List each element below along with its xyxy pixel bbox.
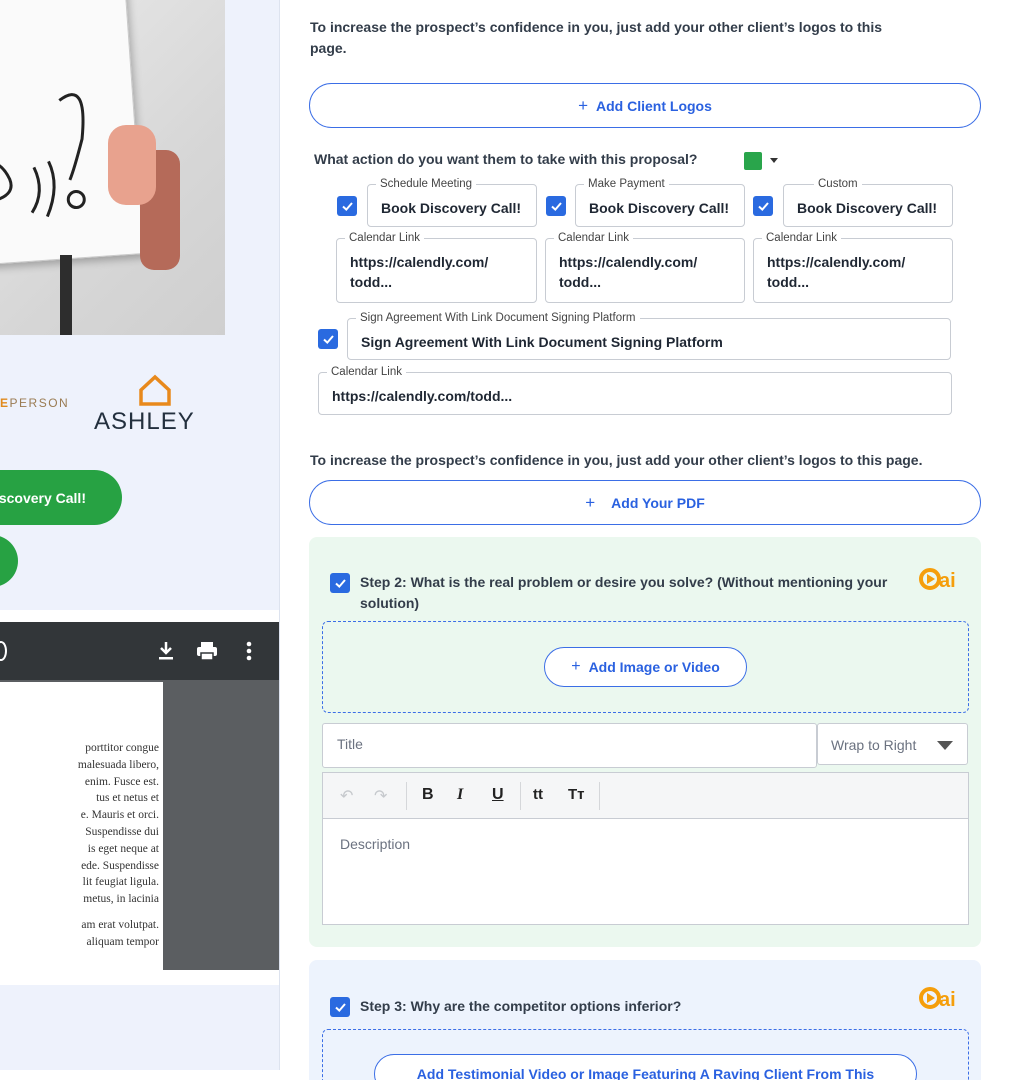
proposal-editor: To increase the prospect’s confidence in…: [300, 0, 1020, 1080]
pdf-text-line: lit feugiat ligula.: [82, 876, 159, 889]
preview-cta-button[interactable]: scovery Call!: [0, 470, 122, 525]
add-testimonial-button[interactable]: Add Testimonial Video or Image Featuring…: [374, 1054, 917, 1080]
client-logos-instruction: To increase the prospect’s confidence in…: [310, 19, 883, 56]
add-image-or-video-button[interactable]: + Add Image or Video: [544, 647, 747, 687]
text-size-icon[interactable]: Tт: [568, 786, 585, 803]
pdf-text-line: malesuada libero,: [77, 758, 159, 771]
more-options-icon[interactable]: [236, 638, 262, 664]
pdf-viewer: porttitor congue malesuada libero, enim. F…: [0, 610, 279, 985]
client-logos-strip: EPERSON ASHLEY: [0, 370, 279, 440]
plus-icon: +: [578, 95, 589, 115]
partner-logo: EPERSON: [0, 396, 70, 410]
svg-text:ai: ai: [939, 570, 956, 592]
description-placeholder: Description: [340, 836, 411, 852]
lowercase-icon[interactable]: tt: [533, 786, 543, 803]
pdf-text-line: e. Mauris et orci.: [80, 809, 159, 822]
custom-action-checkbox[interactable]: [753, 196, 773, 216]
preview-secondary-button[interactable]: [0, 535, 18, 587]
action-question-label: What action do you want them to take wit…: [314, 151, 698, 167]
download-icon[interactable]: [153, 638, 179, 664]
undo-icon[interactable]: ↶: [340, 786, 353, 806]
pdf-text-line: am erat volutpat.: [81, 918, 159, 931]
schedule-meeting-field[interactable]: Schedule Meeting Book Discovery Call!: [367, 177, 537, 227]
hero-photo: [0, 0, 225, 335]
dropdown-arrow-icon: [937, 741, 953, 750]
image-wrap-select[interactable]: Wrap to Right: [817, 723, 968, 765]
bold-icon[interactable]: B: [422, 786, 434, 804]
make-payment-checkbox[interactable]: [546, 196, 566, 216]
color-dropdown-caret-icon[interactable]: [770, 158, 778, 163]
rich-text-toolbar: ↶ ↷ B I U tt Tт: [323, 773, 968, 819]
custom-action-field[interactable]: Custom Book Discovery Call!: [783, 177, 953, 227]
pdf-toolbar: [0, 622, 279, 680]
schedule-meeting-calendar-link[interactable]: Calendar Link https://calendly.com/todd.…: [336, 231, 537, 303]
pdf-instruction: To increase the prospect’s confidence in…: [310, 452, 923, 468]
pdf-text-line: is eget neque at: [87, 842, 159, 855]
italic-icon[interactable]: I: [457, 786, 463, 804]
schedule-meeting-checkbox[interactable]: [337, 196, 357, 216]
pdf-text-line: ede. Suspendisse: [81, 859, 159, 872]
make-payment-field[interactable]: Make Payment Book Discovery Call!: [575, 177, 745, 227]
step-2-description-editor[interactable]: ↶ ↷ B I U tt Tт Description: [322, 772, 969, 925]
step-2-title-input[interactable]: Title: [322, 723, 817, 768]
make-payment-calendar-link[interactable]: Calendar Link https://calendly.com/todd.…: [545, 231, 745, 303]
custom-action-calendar-link[interactable]: Calendar Link https://calendly.com/todd.…: [753, 231, 953, 303]
accent-color-swatch[interactable]: [744, 152, 762, 170]
add-pdf-button[interactable]: + Add Your PDF: [309, 480, 981, 525]
sign-agreement-checkbox[interactable]: [318, 329, 338, 349]
pdf-text-line: tus et netus et: [96, 792, 159, 805]
sign-agreement-calendar-link[interactable]: Calendar Link https://calendly.com/todd.…: [318, 365, 952, 415]
sign-agreement-field[interactable]: Sign Agreement With Link Document Signin…: [347, 311, 951, 360]
proposal-preview-panel: EPERSON ASHLEY scovery Call! porttitor c…: [0, 0, 280, 1070]
step-3-title: Step 3: Why are the competitor options i…: [360, 998, 682, 1014]
house-icon: [139, 374, 171, 406]
pdf-text-line: Suspendisse dui: [85, 825, 159, 838]
pdf-page-area: porttitor congue malesuada libero, enim. F…: [0, 680, 279, 972]
pdf-text-line: metus, in lacinia: [83, 893, 159, 906]
plus-icon: +: [585, 492, 596, 512]
ashley-wordmark: ASHLEY: [94, 408, 195, 435]
plus-icon: +: [571, 658, 581, 675]
redo-icon[interactable]: ↷: [374, 786, 387, 806]
cai-logo-icon: ai: [919, 568, 956, 592]
step-3-checkbox[interactable]: [330, 997, 350, 1017]
step-3-card: Step 3: Why are the competitor options i…: [309, 960, 981, 1080]
ashley-logo: ASHLEY: [92, 372, 217, 435]
print-icon[interactable]: [194, 638, 220, 664]
add-client-logos-button[interactable]: + Add Client Logos: [309, 83, 981, 128]
step-2-checkbox[interactable]: [330, 573, 350, 593]
cai-logo-icon: ai: [919, 987, 956, 1011]
pdf-text-line: aliquam tempor: [86, 935, 160, 948]
pdf-page: porttitor congue malesuada libero, enim. F…: [0, 682, 163, 972]
underline-icon[interactable]: U: [492, 786, 504, 804]
pdf-text-line: porttitor congue: [85, 742, 159, 754]
step-2-title: Step 2: What is the real problem or desi…: [360, 574, 888, 611]
pdf-text-line: enim. Fusce est.: [84, 775, 159, 788]
svg-text:ai: ai: [939, 989, 956, 1011]
